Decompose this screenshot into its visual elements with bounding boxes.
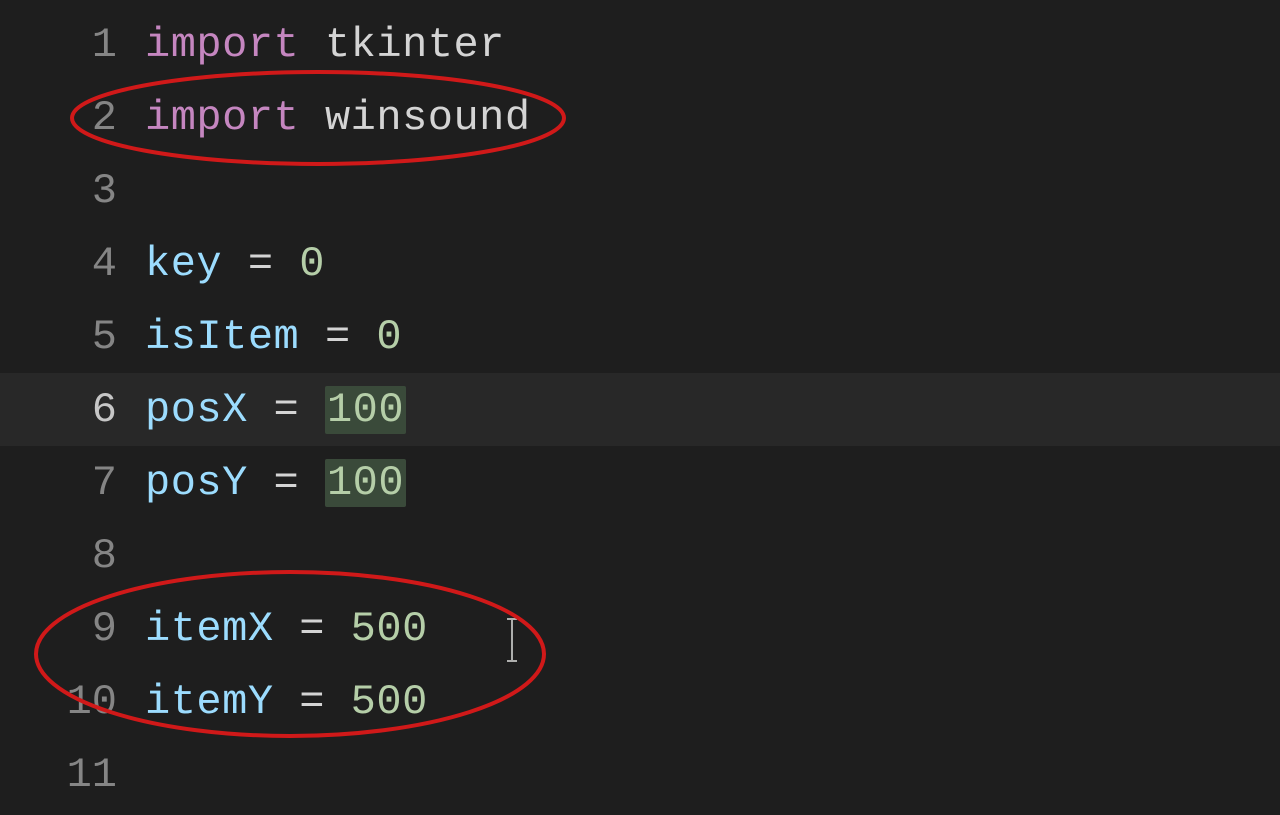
- token-ident: posY: [145, 459, 248, 507]
- token-ident: key: [145, 240, 222, 288]
- token-plain: tkinter: [325, 21, 505, 69]
- line-number: 3: [0, 167, 145, 215]
- line-number: 2: [0, 94, 145, 142]
- code-content[interactable]: itemX = 500: [145, 605, 519, 653]
- token-op: =: [274, 605, 351, 653]
- code-content[interactable]: key = 0: [145, 240, 325, 288]
- code-line[interactable]: 2import winsound: [0, 81, 1280, 154]
- line-number: 6: [0, 386, 145, 434]
- code-line[interactable]: 3: [0, 154, 1280, 227]
- token-plain: winsound: [325, 94, 531, 142]
- line-number: 5: [0, 313, 145, 361]
- code-line[interactable]: 7posY = 100: [0, 446, 1280, 519]
- token-hi-num: 100: [325, 459, 406, 507]
- token-op: =: [299, 313, 376, 361]
- token-ident: isItem: [145, 313, 299, 361]
- token-ident: itemY: [145, 678, 274, 726]
- code-content[interactable]: isItem = 0: [145, 313, 402, 361]
- code-line[interactable]: 5isItem = 0: [0, 300, 1280, 373]
- token-ident: itemX: [145, 605, 274, 653]
- token-num: 0: [376, 313, 402, 361]
- token-plain: [299, 94, 325, 142]
- code-line[interactable]: 4key = 0: [0, 227, 1280, 300]
- code-content[interactable]: posY = 100: [145, 459, 406, 507]
- token-op: =: [248, 459, 325, 507]
- code-content[interactable]: itemY = 500: [145, 678, 428, 726]
- token-hi-num: 100: [325, 386, 406, 434]
- token-plain: [299, 21, 325, 69]
- code-content[interactable]: import winsound: [145, 94, 531, 142]
- code-line[interactable]: 1import tkinter: [0, 8, 1280, 81]
- token-num: 0: [299, 240, 325, 288]
- code-line[interactable]: 11: [0, 738, 1280, 811]
- token-num: 500: [351, 678, 428, 726]
- line-number: 10: [0, 678, 145, 726]
- token-kw: import: [145, 94, 299, 142]
- token-num: 500: [351, 605, 428, 653]
- code-line[interactable]: 9itemX = 500: [0, 592, 1280, 665]
- token-ident: posX: [145, 386, 248, 434]
- token-op: =: [248, 386, 325, 434]
- code-line[interactable]: 6posX = 100: [0, 373, 1280, 446]
- code-line[interactable]: 10itemY = 500: [0, 665, 1280, 738]
- code-content[interactable]: posX = 100: [145, 386, 406, 434]
- code-content[interactable]: import tkinter: [145, 21, 505, 69]
- line-number: 9: [0, 605, 145, 653]
- token-op: =: [222, 240, 299, 288]
- line-number: 1: [0, 21, 145, 69]
- token-op: =: [274, 678, 351, 726]
- line-number: 7: [0, 459, 145, 507]
- code-editor[interactable]: 1import tkinter2import winsound34key = 0…: [0, 0, 1280, 815]
- line-number: 11: [0, 751, 145, 799]
- line-number: 4: [0, 240, 145, 288]
- code-line[interactable]: 8: [0, 519, 1280, 592]
- token-kw: import: [145, 21, 299, 69]
- line-number: 8: [0, 532, 145, 580]
